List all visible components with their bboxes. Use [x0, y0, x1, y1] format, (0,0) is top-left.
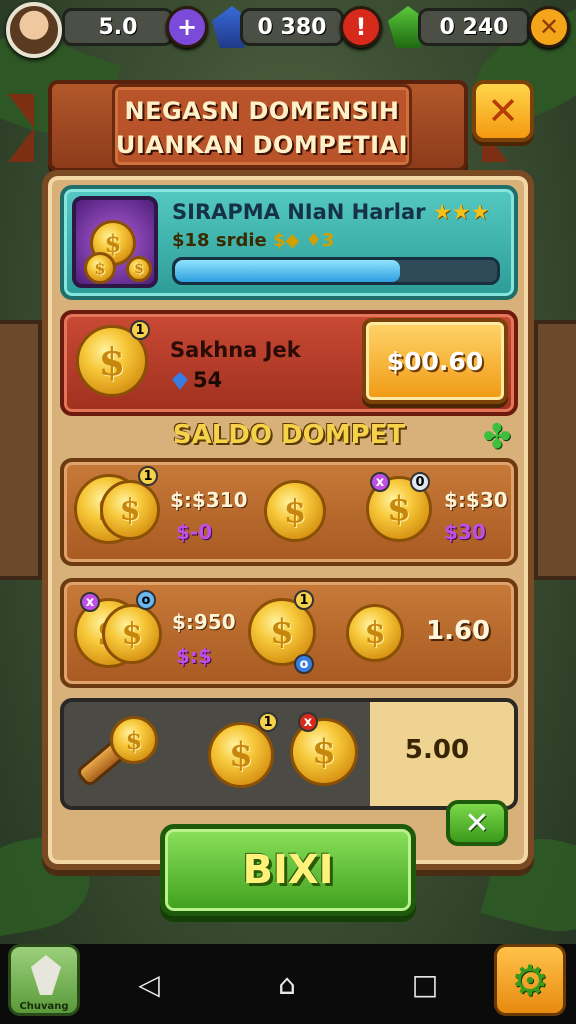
add-currency-button[interactable]: +	[166, 6, 208, 48]
close-icon: ✕	[464, 805, 490, 841]
close-icon: ✕	[538, 13, 560, 41]
coin-icon: $	[208, 722, 274, 788]
reward-name: Sakhna Jek	[170, 338, 301, 362]
close-icon: ✕	[487, 89, 519, 133]
primary-action-label: BIXI	[242, 847, 334, 893]
banner-title-line2: UIANKAN DOMPETIAI	[115, 131, 409, 159]
wallet-row1-value-b: $:$30	[444, 488, 508, 512]
wallet-row1-purple-a: $-0	[176, 520, 213, 544]
settings-button[interactable]: ⚙	[494, 944, 566, 1016]
quest-title: SIRAPMA NIaN Harlar ★★★	[172, 200, 489, 224]
buy-price-button[interactable]: $00.60	[362, 318, 508, 404]
title-banner: NEGASN DOMENSIH UIANKAN DOMPETIAI	[8, 80, 508, 172]
quest-sub-label: srdie	[215, 230, 267, 251]
price-label: $00.60	[386, 346, 484, 376]
rating-stars-icon: ★★★	[432, 200, 490, 224]
badge-icon: o	[136, 590, 156, 610]
recent-apps-icon[interactable]: □	[410, 970, 440, 1000]
quest-amount: $18	[172, 230, 210, 251]
wallet-balance-title: SALDO DOMPET	[172, 420, 406, 450]
primary-action-button[interactable]: BIXI	[160, 824, 416, 916]
coin-icon: $	[126, 256, 152, 282]
coin-icon: $	[100, 480, 160, 540]
leaf-counter: 0 240	[418, 8, 530, 46]
badge-icon: 1	[130, 320, 150, 340]
panel-close-button[interactable]: ✕	[472, 80, 534, 142]
small-action-button[interactable]: ✕	[446, 800, 508, 846]
hand-icon	[31, 955, 61, 995]
badge-icon: 1	[294, 590, 314, 610]
quest-progress-bar	[172, 257, 500, 285]
wallet-row2-value-b: 1.60	[426, 616, 491, 646]
coin-icon: $	[102, 604, 162, 664]
alert-icon: !	[355, 13, 367, 41]
badge-icon: 1	[258, 712, 278, 732]
coin-stack-icon: $ $ $	[72, 196, 158, 288]
back-icon[interactable]: ◁	[134, 970, 164, 1000]
badge-icon: 0	[410, 472, 430, 492]
plus-icon: +	[176, 13, 198, 41]
home-icon[interactable]: ⌂	[272, 970, 302, 1000]
badge-icon: o	[294, 654, 314, 674]
gear-icon: ⚙	[511, 955, 549, 1005]
coins-counter: 5.0	[62, 8, 174, 46]
quest-sub-end: ♦3	[305, 230, 335, 251]
badge-icon: x	[80, 592, 100, 612]
coin-icon: $	[110, 716, 158, 764]
quest-sub-symbols: $◆	[273, 230, 300, 251]
leaf-value: 0 240	[439, 14, 509, 40]
wallet-row2-value-a: $:950	[172, 610, 236, 634]
wallet-row2-purple-a: $:$	[176, 644, 212, 668]
coin-icon: $	[264, 480, 326, 542]
alert-button[interactable]: !	[340, 6, 382, 48]
home-tab-button[interactable]: Chuvang	[8, 944, 80, 1016]
wallet-row3-value: 5.00	[404, 735, 470, 765]
coins-value: 5.0	[98, 14, 138, 40]
banner-title-line1: NEGASN DOMENSIH	[124, 97, 400, 125]
badge-icon: x	[298, 712, 318, 732]
background-house	[0, 320, 42, 580]
reward-count: 54	[193, 368, 223, 392]
gems-counter: 0 380	[240, 8, 344, 46]
badge-icon: 1	[138, 466, 158, 486]
top-hud: 5.0 + 0 380 ! 0 240 ✕	[0, 0, 576, 58]
wallet-row1-value-a: $:$310	[170, 488, 248, 512]
quest-title-text: SIRAPMA NIaN Harlar	[172, 200, 426, 224]
hud-close-button[interactable]: ✕	[528, 6, 570, 48]
clover-icon: ✤	[482, 417, 512, 457]
player-avatar[interactable]	[6, 2, 62, 58]
home-tab-label: Chuvang	[19, 1001, 69, 1012]
badge-icon: x	[370, 472, 390, 492]
banner-plate: NEGASN DOMENSIH UIANKAN DOMPETIAI	[112, 84, 412, 168]
gems-value: 0 380	[257, 14, 327, 40]
background-house	[534, 320, 576, 580]
coin-icon: $	[84, 252, 116, 284]
quest-progress-fill	[175, 260, 401, 282]
wallet-row1-purple-b: $30	[444, 520, 486, 544]
coin-icon: $	[346, 604, 404, 662]
quest-subtitle: $18 srdie $◆ ♦3	[172, 230, 334, 251]
